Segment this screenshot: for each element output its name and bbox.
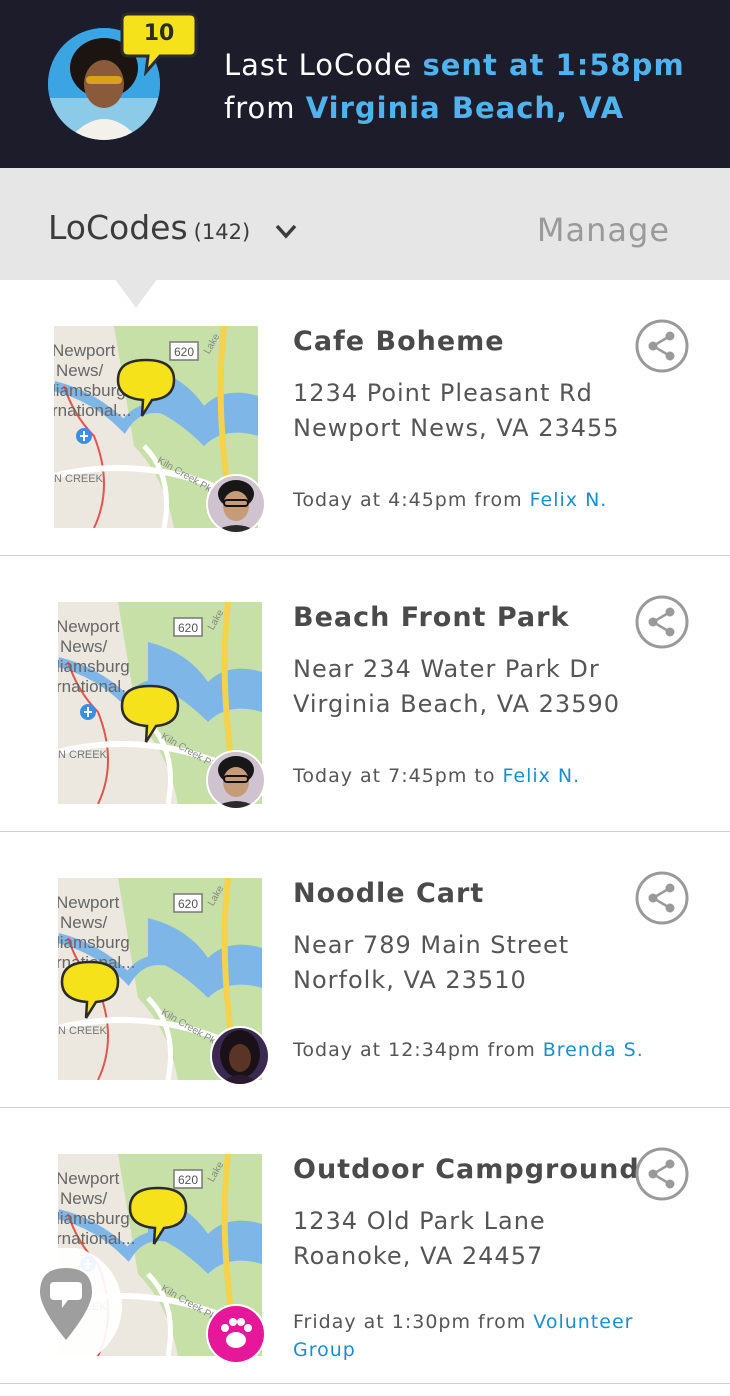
place-address: Near 234 Water Park Dr Virginia Beach, V… bbox=[293, 652, 620, 722]
sent-time: sent at 1:58pm bbox=[422, 48, 685, 82]
map-label: Newport bbox=[58, 617, 120, 636]
summary-text: from bbox=[224, 91, 306, 125]
map-label: rnational... bbox=[58, 677, 135, 696]
map-label: Newport bbox=[54, 341, 116, 360]
map-label: N CREEK bbox=[58, 749, 108, 761]
locodes-dropdown[interactable]: LoCodes (142) bbox=[48, 208, 250, 247]
address-line2: Roanoke, VA 24457 bbox=[293, 1242, 544, 1270]
sent-location: Virginia Beach, VA bbox=[305, 91, 625, 125]
sent-time-text: Today at 7:45pm to bbox=[293, 765, 503, 787]
last-locode-summary: Last LoCode sent at 1:58pm from Virginia… bbox=[224, 44, 685, 130]
address-line1: Near 789 Main Street bbox=[293, 931, 570, 959]
locodes-title: LoCodes bbox=[48, 208, 188, 247]
contact-link[interactable]: Felix N. bbox=[503, 765, 581, 787]
chevron-down-icon[interactable] bbox=[274, 220, 298, 242]
user-avatar[interactable]: 10 bbox=[48, 12, 198, 140]
locode-list-item[interactable]: 620 Newport News/ liamsburg rnational...… bbox=[0, 556, 730, 832]
person-photo bbox=[208, 476, 264, 532]
map-label: Newport bbox=[58, 893, 120, 912]
map-label: News/ bbox=[60, 637, 108, 656]
person-avatar bbox=[210, 1026, 270, 1086]
map-pin-fab-icon[interactable] bbox=[0, 1248, 130, 1368]
badge-count: 10 bbox=[143, 21, 175, 46]
locode-list-item[interactable]: 620 Newport News/ liamsburg rnational...… bbox=[0, 832, 730, 1108]
person-avatar bbox=[206, 750, 266, 810]
group-avatar bbox=[206, 1304, 266, 1364]
share-icon[interactable] bbox=[634, 594, 690, 650]
address-line1: 1234 Old Park Lane bbox=[293, 1207, 546, 1235]
map-label: liamsburg bbox=[58, 657, 130, 676]
contact-link[interactable]: Brenda S. bbox=[543, 1039, 644, 1061]
map-label: rnational... bbox=[58, 1229, 135, 1248]
sent-time-text: Today at 12:34pm from bbox=[293, 1039, 543, 1061]
list-toolbar: LoCodes (142) Manage bbox=[0, 168, 730, 280]
road-label: 620 bbox=[178, 1173, 198, 1187]
map-label: liamsburg bbox=[54, 381, 126, 400]
person-avatar bbox=[206, 474, 266, 534]
map-label: liamsburg bbox=[58, 933, 130, 952]
road-label: 620 bbox=[174, 345, 194, 359]
map-label: News/ bbox=[60, 913, 108, 932]
manage-button[interactable]: Manage bbox=[537, 211, 670, 249]
summary-text: Last LoCode bbox=[224, 48, 423, 82]
map-label: N CREEK bbox=[54, 473, 104, 485]
sent-info: Friday at 1:30pm from Volunteer Group bbox=[293, 1308, 673, 1364]
share-icon[interactable] bbox=[634, 870, 690, 926]
contact-link[interactable]: Felix N. bbox=[530, 489, 608, 511]
place-address: Near 789 Main Street Norfolk, VA 23510 bbox=[293, 928, 569, 998]
map-label: liamsburg bbox=[58, 1209, 130, 1228]
person-photo bbox=[208, 752, 264, 808]
sent-time-text: Friday at 1:30pm from bbox=[293, 1311, 534, 1333]
place-address: 1234 Point Pleasant Rd Newport News, VA … bbox=[293, 376, 620, 446]
map-label: N CREEK bbox=[58, 1025, 108, 1037]
address-line1: Near 234 Water Park Dr bbox=[293, 655, 600, 683]
locode-list-item[interactable]: 620 Newport News/ liamsburg rnational...… bbox=[0, 280, 730, 556]
header: 10 Last LoCode sent at 1:58pm from Virgi… bbox=[0, 0, 730, 168]
map-label: News/ bbox=[56, 361, 104, 380]
address-line2: Virginia Beach, VA 23590 bbox=[293, 690, 620, 718]
place-title[interactable]: Beach Front Park bbox=[293, 602, 569, 633]
place-title[interactable]: Outdoor Campground bbox=[293, 1154, 640, 1185]
road-label: 620 bbox=[178, 897, 198, 911]
map-label: rnational... bbox=[54, 401, 131, 420]
person-photo bbox=[212, 1028, 268, 1084]
paw-icon bbox=[208, 1306, 264, 1362]
road-label: 620 bbox=[178, 621, 198, 635]
sent-info: Today at 12:34pm from Brenda S. bbox=[293, 1036, 673, 1064]
sent-time-text: Today at 4:45pm from bbox=[293, 489, 530, 511]
address-line2: Newport News, VA 23455 bbox=[293, 414, 620, 442]
place-address: 1234 Old Park Lane Roanoke, VA 24457 bbox=[293, 1204, 546, 1274]
sent-info: Today at 4:45pm from Felix N. bbox=[293, 486, 673, 514]
address-line2: Norfolk, VA 23510 bbox=[293, 966, 527, 994]
share-icon[interactable] bbox=[634, 318, 690, 374]
share-icon[interactable] bbox=[634, 1146, 690, 1202]
map-label: Newport bbox=[58, 1169, 120, 1188]
sent-info: Today at 7:45pm to Felix N. bbox=[293, 762, 673, 790]
map-label: News/ bbox=[60, 1189, 108, 1208]
address-line1: 1234 Point Pleasant Rd bbox=[293, 379, 593, 407]
place-title[interactable]: Cafe Boheme bbox=[293, 326, 505, 357]
place-title[interactable]: Noodle Cart bbox=[293, 878, 484, 909]
locodes-count: (142) bbox=[193, 220, 251, 244]
